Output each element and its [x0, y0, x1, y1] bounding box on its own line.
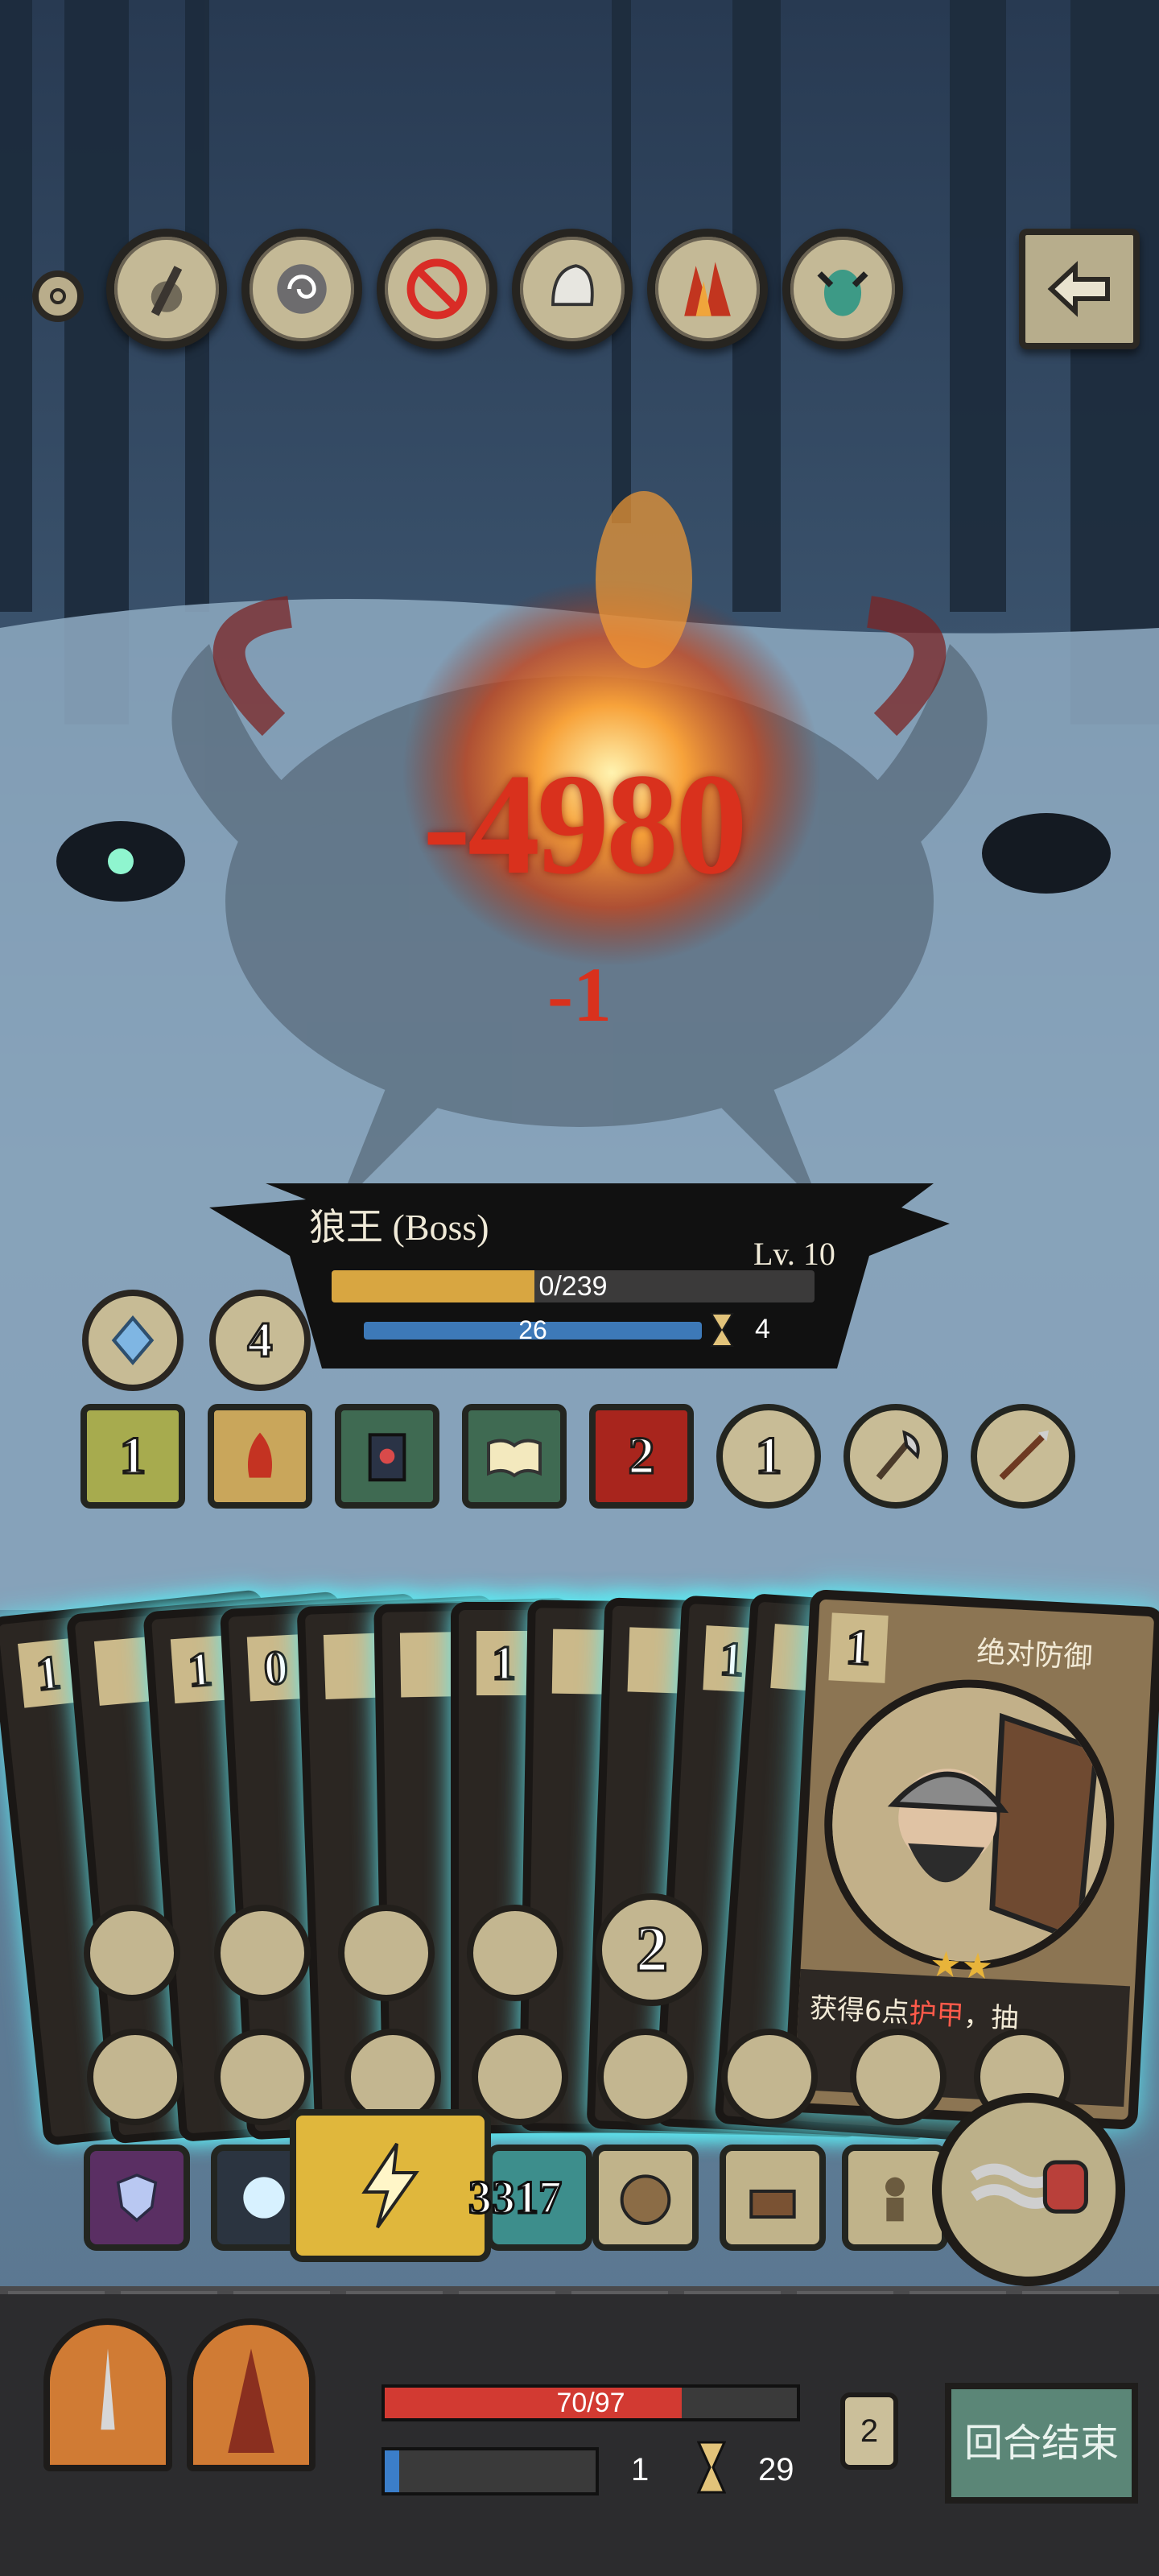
card-desc-keyword: 护甲 — [908, 1997, 965, 2033]
hourglass-icon — [710, 1313, 734, 1347]
knight-icon[interactable] — [721, 2029, 818, 2125]
boss-turn-counter: 4 — [755, 1314, 770, 1344]
secondary-damage-number: -1 — [547, 952, 612, 1038]
card-cost — [551, 1629, 608, 1695]
intent-count: 1 — [118, 1426, 147, 1487]
spear-thrust-icon[interactable] — [472, 2029, 568, 2125]
card-cost: 0 — [246, 1634, 305, 1702]
treasure-cart-icon[interactable] — [720, 2145, 826, 2251]
buff-count: 4 — [246, 1311, 274, 1368]
lightning-icon[interactable] — [290, 2109, 491, 2262]
spellbook-icon[interactable] — [335, 1404, 439, 1509]
boss-shield-value: 26 — [518, 1315, 547, 1344]
back-arrow-icon — [1047, 261, 1110, 317]
flame-relic-icon[interactable] — [647, 229, 768, 349]
card-cost — [627, 1627, 685, 1694]
boss-level: Lv. 10 — [753, 1236, 835, 1272]
player-hp-text: 70/97 — [556, 2388, 625, 2418]
draw-pile-button[interactable]: 2 — [840, 2392, 898, 2470]
card-description: 获得6点护甲，抽 — [794, 1968, 1131, 2107]
helmet-relic-icon[interactable] — [512, 229, 633, 349]
card-title: 绝对防御 — [975, 1635, 1094, 1675]
player-mana-bar — [382, 2447, 599, 2496]
small-ring-icon[interactable] — [32, 270, 84, 322]
axe-icon[interactable] — [843, 1404, 948, 1509]
claw-slash-icon[interactable]: 1 — [80, 1404, 185, 1509]
hourglass-icon — [697, 2441, 726, 2494]
featured-card[interactable]: 1 绝对防御 ★★ 获得6点护甲，抽 — [783, 1588, 1159, 2131]
purple-shield-icon[interactable] — [84, 2145, 190, 2251]
card-cost: 1 — [828, 1612, 889, 1683]
card-cost — [399, 1632, 456, 1698]
card-desc-text: 获得6点 — [809, 1992, 910, 2030]
skull-bones-icon[interactable] — [597, 2029, 694, 2125]
card-cost: 1 — [476, 1631, 531, 1695]
card-cost — [323, 1633, 381, 1699]
dagger-icon[interactable]: 2 — [596, 1893, 708, 2006]
green-skull-icon[interactable] — [214, 1905, 311, 2001]
frost-crystal-icon[interactable] — [82, 1290, 184, 1391]
player-turn-counter: 29 — [758, 2452, 794, 2487]
poison-thorn-icon[interactable]: 4 — [209, 1290, 311, 1391]
boss-shield-bar: 26 — [364, 1315, 702, 1344]
open-book-icon[interactable] — [462, 1404, 567, 1509]
broken-sword-relic-icon[interactable] — [106, 229, 227, 349]
damage-number: -4980 — [423, 744, 748, 904]
fire-demon-icon[interactable] — [208, 1404, 312, 1509]
intent-count: 2 — [627, 1426, 656, 1487]
wooden-door-icon[interactable] — [84, 1905, 180, 2001]
card-icon-count: 2 — [635, 1913, 670, 1986]
boss-hp-text: 0/239 — [538, 1271, 608, 1302]
boss-name: 狼王 (Boss) — [309, 1207, 489, 1248]
intent-count: 1 — [754, 1426, 783, 1487]
skull-coin-icon[interactable] — [467, 1905, 563, 2001]
boss-hp-bar: 0/239 — [332, 1270, 815, 1302]
sword-icon[interactable]: 1 — [716, 1404, 821, 1509]
end-turn-button[interactable]: 回合结束 — [945, 2383, 1138, 2504]
wooden-horse-icon[interactable] — [338, 1905, 435, 2001]
skull-bones-icon[interactable] — [87, 2029, 184, 2125]
spear-icon[interactable] — [971, 1404, 1075, 1509]
hooded-mage-portrait-icon[interactable] — [187, 2318, 316, 2471]
tray-counter: 3317 — [468, 2170, 563, 2225]
forbidden-sign-relic-icon[interactable] — [377, 229, 497, 349]
player-energy: 1 — [631, 2452, 650, 2487]
warrior-portrait-icon[interactable] — [43, 2318, 172, 2471]
arena-icon[interactable] — [592, 2145, 699, 2251]
player-hp-bar: 70/97 — [382, 2384, 800, 2421]
green-skull-icon[interactable] — [850, 2029, 947, 2125]
player-mana-fill — [385, 2450, 400, 2492]
spiral-stone-relic-icon[interactable] — [241, 229, 362, 349]
dwarf-shield-art — [817, 1672, 1122, 1977]
blood-rage-icon[interactable]: 2 — [589, 1404, 694, 1509]
demon-totem-relic-icon[interactable] — [782, 229, 903, 349]
exit-button[interactable] — [1019, 229, 1140, 349]
card-cost: 1 — [170, 1635, 230, 1704]
spring-fist-icon[interactable] — [932, 2093, 1125, 2286]
